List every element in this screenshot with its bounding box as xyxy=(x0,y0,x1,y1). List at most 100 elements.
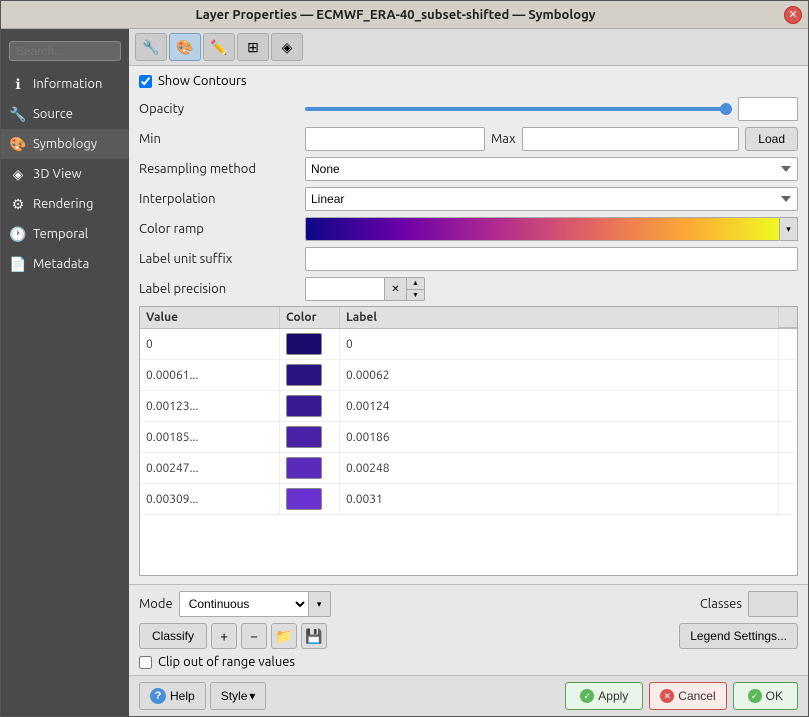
color-swatch[interactable] xyxy=(286,333,322,355)
style-button[interactable]: Style ▾ xyxy=(210,682,267,710)
precision-controls: 6 ✕ ▲ ▼ xyxy=(305,277,425,301)
sidebar-item-rendering-label: Rendering xyxy=(33,197,93,211)
show-contours-label: Show Contours xyxy=(158,74,247,88)
label-precision-label: Label precision xyxy=(139,282,299,296)
sidebar-item-3dview[interactable]: ◈ 3D View xyxy=(1,159,129,189)
toolbar-layers-button[interactable]: ◈ xyxy=(271,33,303,61)
show-contours-checkbox[interactable] xyxy=(139,75,152,88)
interpolation-select[interactable]: Linear xyxy=(305,187,798,211)
label-unit-suffix-input[interactable] xyxy=(305,247,798,271)
clip-checkbox[interactable] xyxy=(139,656,152,669)
load-button[interactable]: Load xyxy=(745,127,798,151)
label-precision-row: Label precision 6 ✕ ▲ ▼ xyxy=(139,276,798,302)
sidebar-search-input[interactable] xyxy=(9,41,121,61)
cell-label: 0.0031 xyxy=(340,484,779,514)
color-ramp-swatch[interactable] xyxy=(305,217,780,241)
toolbar-wrench-button[interactable]: 🔧 xyxy=(135,33,167,61)
classify-button[interactable]: Classify xyxy=(139,623,207,649)
toolbar-palette-button[interactable]: 🎨 xyxy=(169,33,201,61)
cell-value: 0.00185... xyxy=(140,422,280,452)
table-row[interactable]: 0.00123... 0.00124 xyxy=(140,391,797,422)
toolbar: 🔧 🎨 ✏️ ⊞ ◈ xyxy=(129,29,808,66)
cell-color[interactable] xyxy=(280,391,340,421)
resampling-select[interactable]: None xyxy=(305,157,798,181)
max-input[interactable]: 0.0316181 xyxy=(522,127,740,151)
classes-label: Classes xyxy=(700,597,742,611)
opacity-slider[interactable] xyxy=(305,107,732,111)
cell-label: 0 xyxy=(340,329,779,359)
header-color: Color xyxy=(280,307,340,328)
source-icon: 🔧 xyxy=(9,105,27,123)
cell-color[interactable] xyxy=(280,360,340,390)
table-row[interactable]: 0.00061... 0.00062 xyxy=(140,360,797,391)
precision-up-button[interactable]: ▲ xyxy=(407,277,425,289)
legend-settings-button[interactable]: Legend Settings... xyxy=(679,623,798,649)
sidebar-item-temporal-label: Temporal xyxy=(33,227,88,241)
show-contours-row: Show Contours xyxy=(139,74,798,88)
cell-label: 0.00062 xyxy=(340,360,779,390)
color-swatch[interactable] xyxy=(286,395,322,417)
label-unit-suffix-label: Label unit suffix xyxy=(139,252,299,266)
sidebar-item-source[interactable]: 🔧 Source xyxy=(1,99,129,129)
add-class-button[interactable]: + xyxy=(211,623,237,649)
color-swatch[interactable] xyxy=(286,488,322,510)
label-precision-input[interactable]: 6 xyxy=(305,277,385,301)
sidebar-item-metadata-label: Metadata xyxy=(33,257,89,271)
mode-select[interactable]: Continuous xyxy=(179,591,309,617)
opacity-input[interactable]: 100.0 % xyxy=(738,97,798,121)
action-row: Classify + − 📁 💾 Legend Settings... xyxy=(139,623,798,649)
color-swatch[interactable] xyxy=(286,457,322,479)
clip-label: Clip out of range values xyxy=(158,655,295,669)
style-label: Style xyxy=(221,689,248,703)
cell-color[interactable] xyxy=(280,484,340,514)
sidebar-item-temporal[interactable]: 🕐 Temporal xyxy=(1,219,129,249)
color-ramp-row: Color ramp ▾ xyxy=(139,216,798,242)
min-max-row: Min 0 Max 0.0316181 Load xyxy=(139,126,798,152)
min-input[interactable]: 0 xyxy=(305,127,485,151)
table-row[interactable]: 0 0 xyxy=(140,329,797,360)
symbology-icon: 🎨 xyxy=(9,135,27,153)
classes-input[interactable]: 52 xyxy=(748,591,798,617)
save-colormap-button[interactable]: 💾 xyxy=(301,623,327,649)
resampling-row: Resampling method None xyxy=(139,156,798,182)
sidebar-item-symbology[interactable]: 🎨 Symbology xyxy=(1,129,129,159)
color-swatch[interactable] xyxy=(286,364,322,386)
sidebar-item-rendering[interactable]: ⚙ Rendering xyxy=(1,189,129,219)
cell-value: 0.00123... xyxy=(140,391,280,421)
cancel-button[interactable]: ✕ Cancel xyxy=(649,682,726,710)
cell-color[interactable] xyxy=(280,453,340,483)
table-row[interactable]: 0.00247... 0.00248 xyxy=(140,453,797,484)
interpolation-row: Interpolation Linear xyxy=(139,186,798,212)
toolbar-pencil-button[interactable]: ✏️ xyxy=(203,33,235,61)
sidebar-item-information[interactable]: ℹ Information xyxy=(1,69,129,99)
cancel-x-icon: ✕ xyxy=(660,689,674,703)
help-button[interactable]: ? Help xyxy=(139,682,206,710)
precision-clear-button[interactable]: ✕ xyxy=(385,277,407,301)
opacity-label: Opacity xyxy=(139,102,299,116)
label-unit-suffix-row: Label unit suffix xyxy=(139,246,798,272)
cell-color[interactable] xyxy=(280,329,340,359)
cell-color[interactable] xyxy=(280,422,340,452)
sidebar-item-metadata[interactable]: 📄 Metadata xyxy=(1,249,129,279)
window-title: Layer Properties — ECMWF_ERA-40_subset-s… xyxy=(7,8,784,22)
precision-down-button[interactable]: ▼ xyxy=(407,289,425,301)
cell-value: 0.00061... xyxy=(140,360,280,390)
table-row[interactable]: 0.00309... 0.0031 xyxy=(140,484,797,515)
ok-button[interactable]: ✓ OK xyxy=(733,682,798,710)
apply-button[interactable]: ✓ Apply xyxy=(565,682,643,710)
close-button[interactable]: ✕ xyxy=(784,6,802,24)
help-label: Help xyxy=(170,689,195,703)
table-row[interactable]: 0.00185... 0.00186 xyxy=(140,422,797,453)
color-swatch[interactable] xyxy=(286,426,322,448)
cell-label: 0.00124 xyxy=(340,391,779,421)
color-table: Value Color Label 0 0 0.00061... 0.00062… xyxy=(139,306,798,576)
min-label: Min xyxy=(139,132,299,146)
load-colormap-button[interactable]: 📁 xyxy=(271,623,297,649)
color-ramp-dropdown[interactable]: ▾ xyxy=(780,217,798,241)
main-layout: ℹ Information 🔧 Source 🎨 Symbology ◈ 3D … xyxy=(1,29,808,716)
toolbar-grid-button[interactable]: ⊞ xyxy=(237,33,269,61)
ok-label: OK xyxy=(766,689,783,703)
remove-class-button[interactable]: − xyxy=(241,623,267,649)
mode-dropdown-button[interactable]: ▾ xyxy=(309,591,331,617)
table-header: Value Color Label xyxy=(140,307,797,329)
